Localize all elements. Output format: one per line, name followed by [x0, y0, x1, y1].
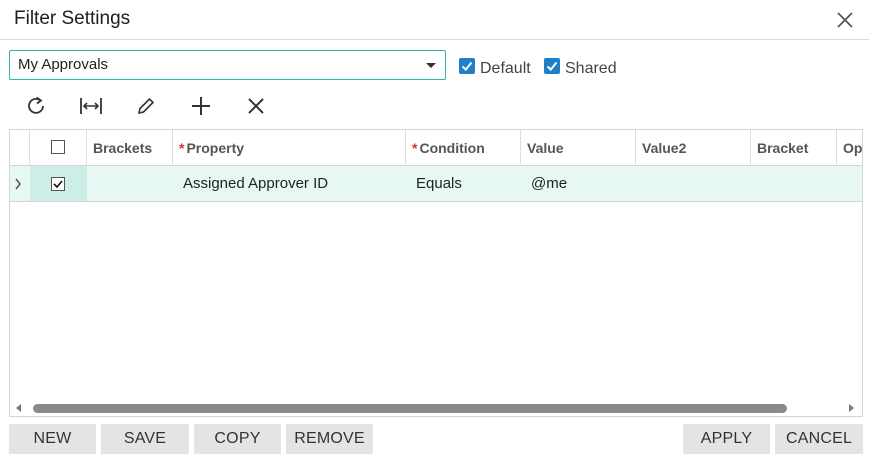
add-icon — [192, 97, 210, 115]
table-row[interactable]: Assigned Approver ID Equals @me — [10, 166, 862, 202]
column-header-property[interactable]: * Property — [173, 130, 406, 166]
column-header-brackets[interactable]: Brackets — [87, 130, 173, 166]
cell-value[interactable]: @me — [531, 166, 636, 201]
select-all-cell — [30, 130, 87, 166]
checkbox-checked-icon — [544, 58, 560, 74]
filter-grid: Brackets * Property * Condition Value Valu… — [9, 129, 863, 417]
default-checkbox-label: Default — [480, 60, 531, 77]
shared-checkbox-label: Shared — [565, 60, 617, 77]
checkmark-icon — [53, 180, 63, 189]
select-all-checkbox[interactable] — [51, 140, 65, 154]
cell-brackets[interactable] — [93, 166, 173, 201]
fit-columns-button[interactable] — [78, 93, 104, 119]
dialog-title: Filter Settings — [14, 8, 131, 29]
cell-condition[interactable]: Equals — [416, 166, 521, 201]
delete-icon — [248, 98, 264, 114]
refresh-button[interactable] — [23, 93, 49, 119]
required-marker: * — [179, 140, 185, 156]
cell-property[interactable]: Assigned Approver ID — [183, 166, 403, 201]
shared-checkbox[interactable]: Shared — [544, 56, 617, 77]
cell-value2[interactable] — [642, 166, 747, 201]
scrollbar-thumb[interactable] — [33, 404, 787, 413]
checkbox-checked-icon — [459, 58, 475, 74]
filter-dropdown-value: My Approvals — [18, 56, 109, 73]
delete-button[interactable] — [243, 93, 269, 119]
chevron-right-icon — [15, 178, 21, 190]
apply-button[interactable]: APPLY — [683, 424, 770, 454]
copy-button[interactable]: COPY — [194, 424, 281, 454]
scroll-left-icon[interactable] — [16, 404, 21, 412]
column-header-condition[interactable]: * Condition — [406, 130, 521, 166]
column-header-value[interactable]: Value — [521, 130, 636, 166]
edit-button[interactable] — [133, 93, 159, 119]
grid-header: Brackets * Property * Condition Value Valu… — [10, 130, 862, 166]
required-marker: * — [412, 140, 418, 156]
column-header-condition-label: Condition — [419, 140, 485, 156]
fit-columns-icon — [80, 98, 102, 114]
add-button[interactable] — [188, 93, 214, 119]
row-indicator — [13, 166, 27, 201]
horizontal-scrollbar[interactable] — [10, 400, 862, 416]
dialog-header: Filter Settings — [0, 0, 869, 40]
remove-button[interactable]: REMOVE — [286, 424, 373, 454]
cancel-button[interactable]: CANCEL — [775, 424, 863, 454]
column-header-property-label: Property — [186, 140, 245, 156]
default-checkbox[interactable]: Default — [459, 56, 531, 77]
row-checkbox[interactable] — [51, 177, 65, 191]
save-button[interactable]: SAVE — [101, 424, 189, 454]
column-header-operator[interactable]: Operator — [837, 130, 862, 166]
new-button[interactable]: NEW — [9, 424, 96, 454]
row-select-cell — [30, 166, 87, 201]
close-button[interactable] — [835, 10, 855, 30]
column-header-value2[interactable]: Value2 — [636, 130, 751, 166]
chevron-down-icon — [426, 63, 436, 68]
edit-icon — [137, 97, 155, 115]
filter-dropdown[interactable]: My Approvals — [9, 50, 446, 80]
row-indicator-header — [10, 130, 30, 166]
column-header-bracket[interactable]: Bracket — [751, 130, 837, 166]
refresh-icon — [28, 96, 44, 114]
cell-bracket[interactable] — [757, 166, 837, 201]
close-icon — [837, 12, 853, 28]
scroll-right-icon[interactable] — [849, 404, 854, 412]
